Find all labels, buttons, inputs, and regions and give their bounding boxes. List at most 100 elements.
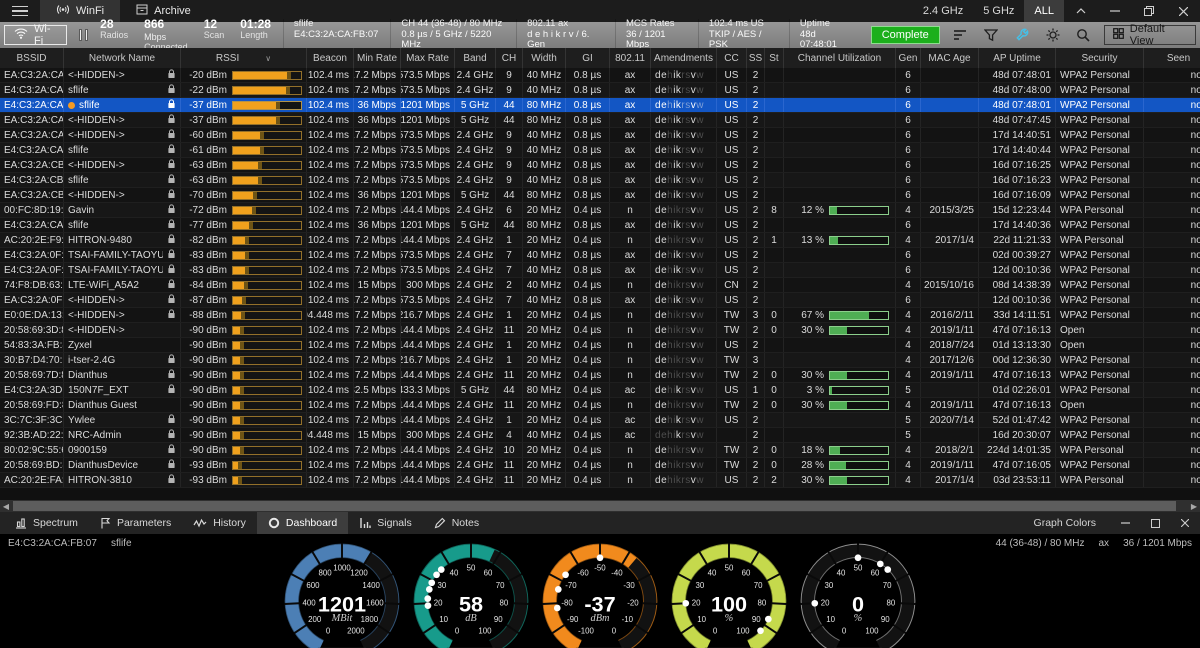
column-header-seen[interactable]: Seen <box>1144 48 1200 68</box>
spatial-streams-cell: 2 <box>747 473 765 487</box>
complete-button[interactable]: Complete <box>871 26 940 44</box>
table-row[interactable]: EA:C3:2A:CA:FB:0A<-HIDDEN->-60 dBm102.4 … <box>0 128 1200 143</box>
column-header-gen[interactable]: Gen <box>896 48 921 68</box>
connection-info-group-3: MCS Rates36 / 1201 Mbps <box>615 19 686 52</box>
band-all-button[interactable]: ALL <box>1024 0 1064 22</box>
channel-utilization-cell <box>784 188 896 202</box>
tab-notes[interactable]: Notes <box>423 512 490 534</box>
default-view-button[interactable]: Default View <box>1104 25 1196 45</box>
security-cell: WPA2 Personal <box>1056 98 1144 112</box>
table-row[interactable]: EA:C3:2A:CB:0D:7E<-HIDDEN->-63 dBm102.4 … <box>0 158 1200 173</box>
filter-icon[interactable] <box>981 25 1002 45</box>
panel-close-icon[interactable] <box>1170 512 1200 534</box>
column-header-min-rate[interactable]: Min Rate <box>354 48 401 68</box>
table-row[interactable]: E4:C3:2A:0F:99:46TSAI-FAMILY-TAOYUAN-83 … <box>0 248 1200 263</box>
table-row[interactable]: E0:0E:DA:13:6A:D0<-HIDDEN->-88 dBm104.44… <box>0 308 1200 323</box>
column-header-channel-utilization[interactable]: Channel Utilization <box>784 48 896 68</box>
table-row[interactable]: EA:C3:2A:CB:0D:7F<-HIDDEN->-70 dBm102.4 … <box>0 188 1200 203</box>
standard-cell: ax <box>610 98 651 112</box>
menu-icon[interactable] <box>0 0 40 22</box>
column-header-beacon[interactable]: Beacon <box>307 48 354 68</box>
standard-cell: ax <box>610 173 651 187</box>
table-row[interactable]: E4:C3:2A:CA:FB:06sflife-22 dBm102.4 ms17… <box>0 83 1200 98</box>
column-header-ap-uptime[interactable]: AP Uptime <box>979 48 1056 68</box>
tab-history[interactable]: History <box>182 512 257 534</box>
table-row[interactable]: 54:83:3A:FB:8E:68Zyxel-90 dBm102.4 ms7.2… <box>0 338 1200 353</box>
panel-maximize-icon[interactable] <box>1140 512 1170 534</box>
width-cell: 20 MHz <box>523 413 566 427</box>
table-row[interactable]: E4:C3:2A:CA:FB:08sflife-77 dBm102.4 ms36… <box>0 218 1200 233</box>
table-row[interactable]: AC:20:2E:FA:38:18HITRON-3810-93 dBm102.4… <box>0 473 1200 488</box>
column-header-ss[interactable]: SS <box>747 48 765 68</box>
table-row[interactable]: 30:B7:D4:70:FA:68i-tser-2.4G-90 dBm102.4… <box>0 353 1200 368</box>
rssi-cell: -61 dBm <box>181 143 307 157</box>
column-header-rssi[interactable]: RSSI ∨ <box>181 48 307 68</box>
column-header-max-rate[interactable]: Max Rate <box>401 48 455 68</box>
close-icon[interactable] <box>1166 0 1200 22</box>
table-row[interactable]: E4:C3:2A:CA:FB:07sflife-37 dBm102.4 ms36… <box>0 98 1200 113</box>
standard-cell: ac <box>610 383 651 397</box>
gear-icon[interactable] <box>1042 25 1063 45</box>
table-row[interactable]: 00:FC:8D:19:CA:48Gavin-72 dBm102.4 ms7.2… <box>0 203 1200 218</box>
column-header-security[interactable]: Security <box>1056 48 1144 68</box>
scrollbar-thumb[interactable] <box>13 501 1176 511</box>
search-icon[interactable] <box>1073 25 1094 45</box>
tab-signals[interactable]: Signals <box>348 512 422 534</box>
amendments-cell: dehikrsvw <box>651 428 717 442</box>
channel-cell: 11 <box>496 368 523 382</box>
table-row[interactable]: E4:C3:2A:CB:0D:7Esflife-63 dBm102.4 ms17… <box>0 173 1200 188</box>
column-header-mac-age[interactable]: MAC Age <box>921 48 979 68</box>
table-row[interactable]: 74:F8:DB:63:A5:A2LTE-WiFi_A5A2-84 dBm102… <box>0 278 1200 293</box>
table-row[interactable]: 80:02:9C:55:68:760900159-90 dBm102.4 ms7… <box>0 443 1200 458</box>
column-header-band[interactable]: Band <box>455 48 496 68</box>
country-code-cell: US <box>717 383 747 397</box>
standard-cell: n <box>610 233 651 247</box>
column-header-amendments[interactable]: Amendments <box>651 48 717 68</box>
band-5ghz-button[interactable]: 5 GHz <box>973 0 1024 22</box>
scroll-left-icon[interactable]: ◀ <box>0 500 12 512</box>
seen-cell: now <box>1144 308 1200 322</box>
tab-parameters[interactable]: Parameters <box>89 512 182 534</box>
tab-dashboard[interactable]: Dashboard <box>257 512 348 534</box>
scroll-right-icon[interactable]: ▶ <box>1188 500 1200 512</box>
table-row[interactable]: 3C:7C:3F:3C:C8:60Ywlee-90 dBm102.4 ms7.2… <box>0 413 1200 428</box>
table-row[interactable]: E4:C3:2A:3D:36:F5150N7F_EXT-90 dBm102.4 … <box>0 383 1200 398</box>
wrench-icon[interactable] <box>1011 25 1032 45</box>
table-row[interactable]: AC:20:2E:F9:94:88HITRON-9480-82 dBm102.4… <box>0 233 1200 248</box>
column-header-st[interactable]: St <box>765 48 784 68</box>
column-header-cc[interactable]: CC <box>717 48 747 68</box>
table-row[interactable]: 92:3B:AD:22:8B:71NRC-Admin-90 dBm104.448… <box>0 428 1200 443</box>
table-row[interactable]: EA:C3:2A:CA:FB:06<-HIDDEN->-20 dBm102.4 … <box>0 68 1200 83</box>
column-header-ch[interactable]: CH <box>496 48 523 68</box>
table-row[interactable]: 20:58:69:FD:8B:38Dianthus Guest-90 dBm10… <box>0 398 1200 413</box>
column-header-802-11[interactable]: 802.11 <box>610 48 651 68</box>
pause-button[interactable] <box>79 29 88 41</box>
table-row[interactable]: EA:C3:2A:0F:99:32<-HIDDEN->-87 dBm102.4 … <box>0 293 1200 308</box>
restore-icon[interactable] <box>1132 0 1166 22</box>
collapse-icon[interactable] <box>1064 0 1098 22</box>
graph-colors-button[interactable]: Graph Colors <box>1020 512 1110 534</box>
max-rate-cell: 573.5 Mbps <box>401 263 455 277</box>
table-row[interactable]: 20:58:69:3D:8B:38<-HIDDEN->-90 dBm102.4 … <box>0 323 1200 338</box>
column-header-gi[interactable]: GI <box>566 48 610 68</box>
table-row[interactable]: 20:58:69:7D:8B:38Dianthus-90 dBm102.4 ms… <box>0 368 1200 383</box>
sort-icon[interactable] <box>950 25 971 45</box>
tab-spectrum[interactable]: Spectrum <box>4 512 89 534</box>
adapter-selector[interactable]: Wi-Fi <box>4 25 67 45</box>
beacon-cell: 102.4 ms <box>307 323 354 337</box>
minimize-icon[interactable] <box>1098 0 1132 22</box>
horizontal-scrollbar[interactable]: ◀ ▶ <box>0 500 1200 512</box>
panel-minimize-icon[interactable] <box>1110 512 1140 534</box>
column-header-network-name[interactable]: Network Name <box>64 48 181 68</box>
column-header-width[interactable]: Width <box>523 48 566 68</box>
svg-text:400: 400 <box>303 598 317 607</box>
network-name-cell: sflife <box>64 218 181 232</box>
generation-cell: 4 <box>896 278 921 292</box>
table-row[interactable]: E4:C3:2A:0F:99:32TSAI-FAMILY-TAOYUAN-83 … <box>0 263 1200 278</box>
table-row[interactable]: 20:58:69:BD:8B:38DianthusDevice-93 dBm10… <box>0 458 1200 473</box>
table-row[interactable]: E4:C3:2A:CA:FB:0Asflife-61 dBm102.4 ms17… <box>0 143 1200 158</box>
table-row[interactable]: EA:C3:2A:CA:FB:07<-HIDDEN->-37 dBm102.4 … <box>0 113 1200 128</box>
column-header-bssid[interactable]: BSSID <box>0 48 64 68</box>
svg-text:30: 30 <box>438 581 447 590</box>
band-24ghz-button[interactable]: 2.4 GHz <box>913 0 973 22</box>
